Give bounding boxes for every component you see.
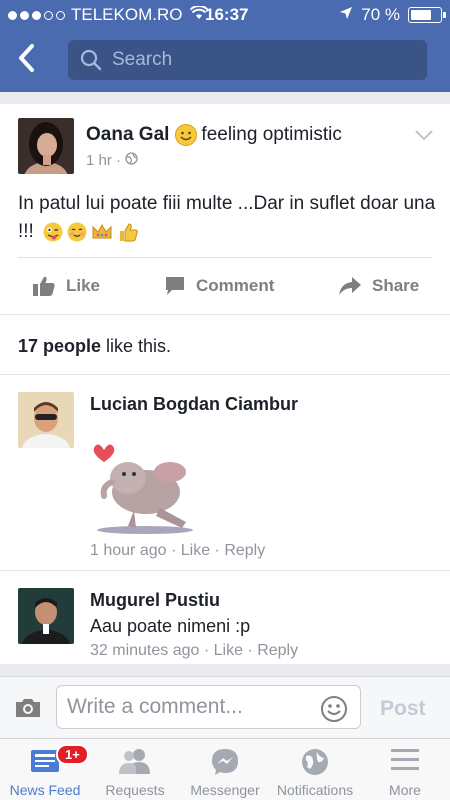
search-input[interactable]: Search bbox=[68, 40, 427, 80]
comment-like-link[interactable]: Like bbox=[181, 542, 210, 559]
globe-icon bbox=[300, 747, 330, 780]
comment-meta: 1 hour ago · Like · Reply bbox=[90, 542, 266, 559]
tab-label: Notifications bbox=[276, 782, 354, 798]
comment-button[interactable]: Comment bbox=[164, 275, 274, 297]
status-bar: TELEKOM.RO 16:37 70 % bbox=[0, 0, 450, 30]
location-arrow-icon bbox=[339, 5, 353, 25]
post-options-chevron-icon[interactable] bbox=[414, 128, 434, 146]
battery-percent: 70 % bbox=[361, 5, 400, 24]
crown-emoji-icon bbox=[92, 223, 112, 239]
divider bbox=[0, 374, 450, 375]
tongue-wink-emoji-icon bbox=[43, 222, 63, 242]
author-avatar[interactable] bbox=[18, 118, 74, 174]
carrier-label: TELEKOM.RO bbox=[71, 5, 183, 24]
share-arrow-icon bbox=[339, 277, 361, 295]
globe-privacy-icon bbox=[125, 152, 138, 169]
top-bar: TELEKOM.RO 16:37 70 % Search bbox=[0, 0, 450, 92]
tab-news-feed[interactable]: 1+ News Feed bbox=[0, 739, 90, 800]
tab-notifications[interactable]: Notifications bbox=[270, 739, 360, 800]
comment-reply-link[interactable]: Reply bbox=[257, 642, 298, 659]
like-label: Like bbox=[66, 276, 101, 295]
friend-requests-icon bbox=[118, 747, 152, 778]
commenter-avatar[interactable] bbox=[18, 588, 74, 644]
commenter-avatar[interactable] bbox=[18, 392, 74, 448]
commenter-name[interactable]: Lucian Bogdan Ciambur bbox=[90, 394, 298, 415]
comment-composer: Write a comment... Post bbox=[0, 676, 450, 738]
comment-text: Aau poate nimeni :p bbox=[90, 616, 251, 636]
divider bbox=[18, 257, 432, 258]
comment-like-link[interactable]: Like bbox=[214, 642, 243, 659]
thumbs-up-emoji-icon bbox=[120, 223, 138, 242]
comment-meta: 32 minutes ago · Like · Reply bbox=[90, 642, 299, 659]
tab-messenger[interactable]: Messenger bbox=[180, 739, 270, 800]
tab-label: Messenger bbox=[190, 782, 260, 798]
signal-dots bbox=[8, 10, 65, 20]
smile-emoji-icon bbox=[175, 124, 198, 146]
hamburger-menu-icon bbox=[390, 747, 420, 776]
tab-label: More bbox=[389, 782, 421, 798]
camera-icon[interactable] bbox=[14, 697, 42, 724]
post-comment-button[interactable]: Post bbox=[380, 697, 426, 721]
likes-count: 17 people bbox=[18, 336, 102, 356]
thumbs-up-icon bbox=[33, 276, 55, 296]
divider bbox=[0, 314, 450, 315]
back-chevron-icon[interactable] bbox=[14, 40, 44, 76]
likes-suffix: like this. bbox=[101, 336, 172, 356]
comment-reply-link[interactable]: Reply bbox=[224, 542, 265, 559]
comment-bubble-icon bbox=[166, 277, 184, 295]
tab-more[interactable]: More bbox=[360, 739, 450, 800]
blush-emoji-icon bbox=[67, 222, 87, 242]
sticker-smiley-icon[interactable] bbox=[320, 695, 348, 728]
battery-icon bbox=[408, 7, 446, 23]
tab-requests[interactable]: Requests bbox=[90, 739, 180, 800]
divider bbox=[0, 570, 450, 571]
comment-time: 32 minutes ago bbox=[90, 642, 200, 659]
search-icon bbox=[80, 49, 102, 71]
post-card: Oana Gal feeling optimistic 1 hr · In pa… bbox=[0, 104, 450, 664]
comment-item: Mugurel Pustiu Aau poate nimeni :p 32 mi… bbox=[18, 588, 438, 659]
commenter-name[interactable]: Mugurel Pustiu bbox=[90, 590, 220, 611]
messenger-icon bbox=[210, 747, 240, 780]
author-name[interactable]: Oana Gal bbox=[86, 124, 169, 146]
elephant-sticker-image bbox=[90, 436, 200, 541]
feeling-text: feeling optimistic bbox=[201, 124, 342, 145]
post-emojis bbox=[43, 222, 139, 242]
news-feed-badge: 1+ bbox=[56, 744, 89, 765]
search-placeholder: Search bbox=[112, 49, 173, 70]
comment-input[interactable]: Write a comment... bbox=[56, 685, 361, 729]
likes-summary[interactable]: 17 people like this. bbox=[18, 336, 171, 357]
clock: 16:37 bbox=[205, 5, 249, 24]
tab-label: News Feed bbox=[9, 782, 81, 798]
comment-item: Lucian Bogdan Ciambur 1 hour ago · Like … bbox=[18, 392, 438, 562]
comment-time: 1 hour ago bbox=[90, 542, 167, 559]
post-text: In patul lui poate fiii multe ...Dar in … bbox=[18, 190, 438, 246]
tab-label: Requests bbox=[105, 782, 165, 798]
share-button[interactable]: Share bbox=[338, 276, 419, 296]
comment-label: Comment bbox=[196, 276, 275, 295]
post-actions-bar: Like Comment Share bbox=[0, 264, 450, 308]
like-button[interactable]: Like bbox=[32, 275, 100, 297]
post-time[interactable]: 1 hr · bbox=[86, 152, 121, 169]
tab-bar: 1+ News Feed Requests Messenger Notifica… bbox=[0, 738, 450, 800]
share-label: Share bbox=[372, 276, 420, 295]
